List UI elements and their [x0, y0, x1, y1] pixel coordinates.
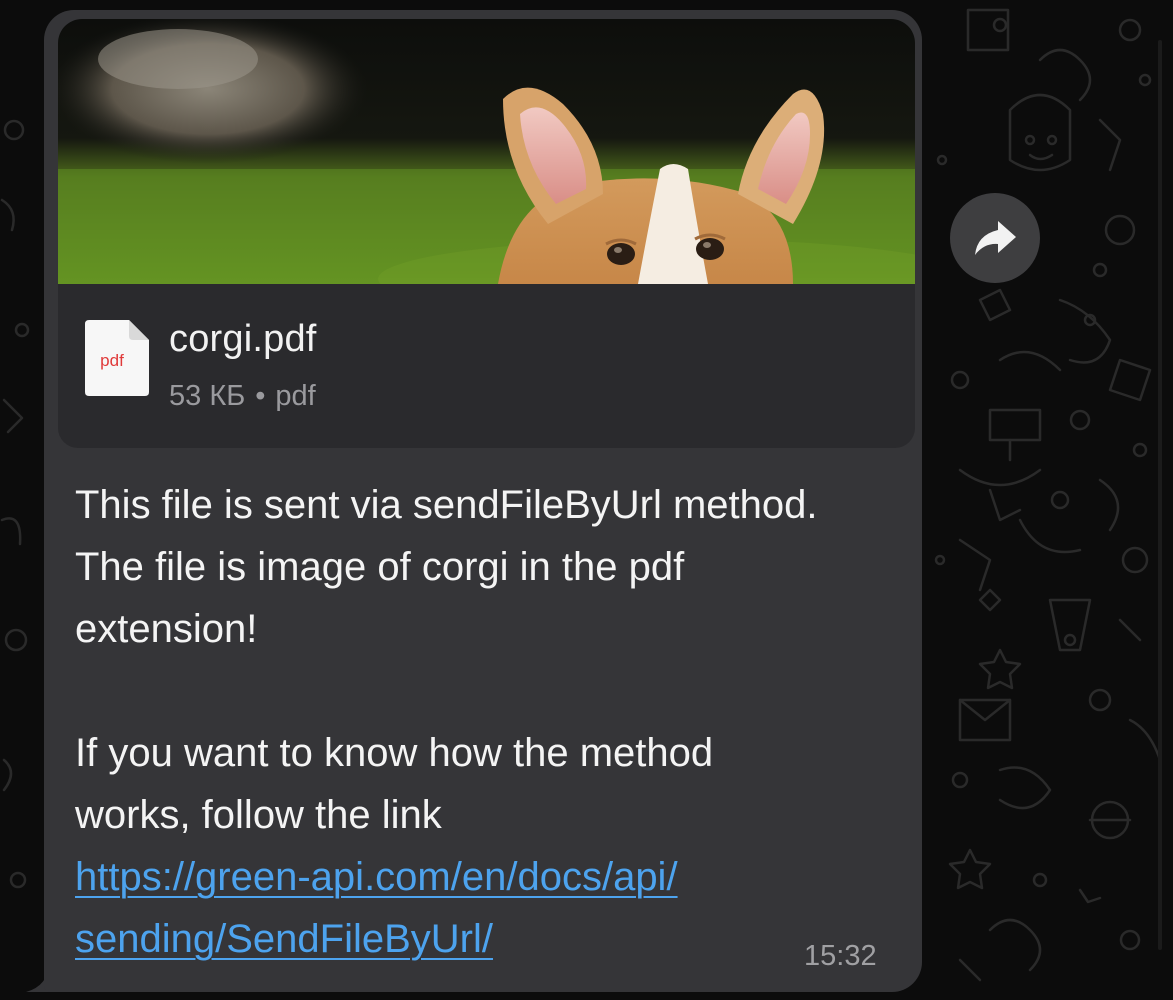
docs-link[interactable]: https://green-api.com/en/docs/api/ sendi…	[75, 846, 895, 970]
message-text: This file is sent via sendFileByUrl meth…	[75, 474, 895, 970]
message-paragraph-1: This file is sent via sendFileByUrl meth…	[75, 483, 818, 651]
docs-link-line-1[interactable]: https://green-api.com/en/docs/api/	[75, 855, 678, 899]
file-attachment-card[interactable]: pdf corgi.pdf 53 КБ • pdf	[58, 284, 915, 448]
pdf-file-icon: pdf	[85, 320, 149, 396]
message-paragraph-2-line-1: If you want to know how the method	[75, 731, 714, 775]
docs-link-line-2[interactable]: sending/SendFileByUrl/	[75, 917, 493, 961]
file-name: corgi.pdf	[169, 318, 317, 360]
corgi-preview-image	[58, 19, 915, 284]
forward-button[interactable]	[950, 193, 1040, 283]
file-size: 53 КБ	[169, 380, 246, 412]
message-paragraph-2-line-2: works, follow the link	[75, 793, 442, 837]
message-timestamp: 15:32	[804, 940, 877, 972]
file-meta: 53 КБ • pdf	[169, 380, 316, 413]
pdf-icon-label: pdf	[100, 351, 124, 370]
scrollbar[interactable]	[1158, 40, 1162, 950]
meta-separator: •	[255, 380, 266, 412]
file-type: pdf	[275, 380, 316, 412]
forward-arrow-icon	[975, 221, 1016, 255]
file-preview-image[interactable]	[58, 19, 915, 284]
